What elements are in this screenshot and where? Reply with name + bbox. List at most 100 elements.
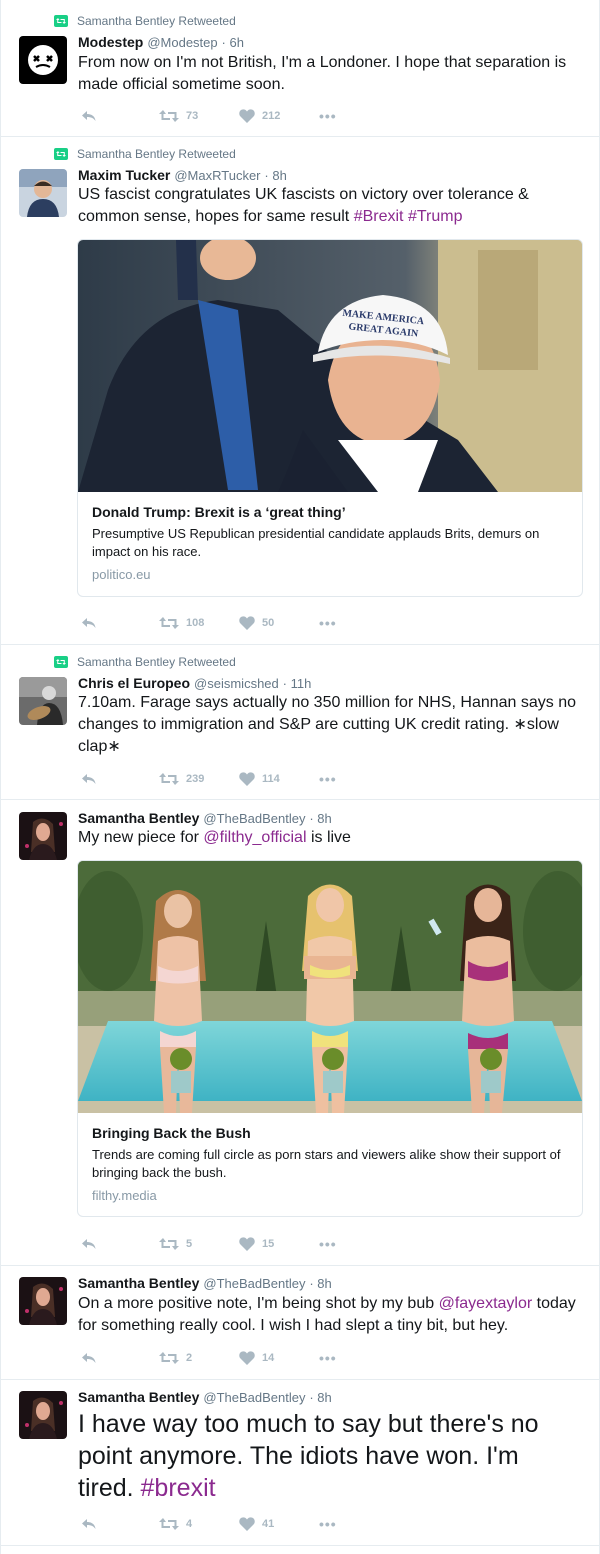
avatar[interactable]: [19, 677, 67, 725]
avatar[interactable]: [19, 169, 67, 217]
timestamp[interactable]: · 8h: [309, 1276, 331, 1291]
user-handle[interactable]: @TheBadBentley: [203, 1390, 305, 1405]
card-image[interactable]: [78, 861, 582, 1113]
retweet-count: 5: [186, 1238, 193, 1250]
mention-link[interactable]: @fayextaylor: [439, 1295, 533, 1312]
user-handle[interactable]: @MaxRTucker: [174, 168, 260, 183]
user-name[interactable]: Samantha Bentley: [78, 810, 199, 826]
tweet[interactable]: Samantha Bentley @TheBadBentley · 8h I ha…: [1, 1380, 600, 1546]
avatar[interactable]: [19, 812, 67, 860]
user-name[interactable]: Samantha Bentley: [78, 1389, 199, 1405]
avatar[interactable]: [19, 1391, 67, 1439]
more-icon[interactable]: •••: [319, 1517, 337, 1531]
card-title[interactable]: Bringing Back the Bush: [92, 1123, 568, 1143]
tweet-text: On a more positive note, I'm being shot …: [78, 1293, 578, 1337]
hashtag-link[interactable]: #brexit: [141, 1474, 216, 1502]
user-handle[interactable]: @TheBadBentley: [203, 811, 305, 826]
hashtag-link[interactable]: #Brexit: [354, 208, 404, 225]
timestamp[interactable]: · 6h: [222, 35, 244, 50]
card-title[interactable]: Donald Trump: Brexit is a ‘great thing’: [92, 502, 568, 522]
card-domain[interactable]: politico.eu: [92, 567, 568, 582]
timestamp[interactable]: · 8h: [309, 811, 331, 826]
retweet-icon: [159, 1238, 179, 1250]
retweet-context-label[interactable]: Samantha Bentley Retweeted: [77, 14, 236, 28]
retweet-count: 73: [186, 110, 199, 122]
card-image[interactable]: MAKE AMERICA GREAT AGAIN: [78, 240, 582, 492]
more-icon[interactable]: •••: [319, 772, 337, 786]
reply-icon: [81, 1518, 97, 1530]
reply-button[interactable]: [81, 773, 159, 785]
mention-link[interactable]: @filthy_official: [203, 829, 306, 846]
retweet-count: 2: [186, 1352, 193, 1364]
hashtag-link[interactable]: #Trump: [408, 208, 463, 225]
user-name[interactable]: Modestep: [78, 34, 143, 50]
card-body: Donald Trump: Brexit is a ‘great thing’ …: [78, 492, 582, 594]
tweet-text-body: My new piece for: [78, 829, 204, 846]
tweet-actions: 2 14 •••: [81, 1350, 337, 1366]
link-card[interactable]: MAKE AMERICA GREAT AGAIN Donald Trump: B…: [77, 239, 583, 597]
tweet[interactable]: Samantha Bentley Retweeted Chris el Euro…: [1, 645, 600, 800]
tweet-actions: 73 212 •••: [81, 108, 337, 124]
retweet-button[interactable]: 73: [159, 110, 239, 122]
more-icon[interactable]: •••: [319, 1351, 337, 1365]
retweet-button[interactable]: 5: [159, 1238, 239, 1250]
retweet-icon: [54, 148, 68, 160]
more-icon[interactable]: •••: [319, 109, 337, 123]
heart-icon: [239, 772, 255, 786]
timestamp[interactable]: · 11h: [283, 676, 312, 691]
tweet[interactable]: Samantha Bentley @TheBadBentley · 8h My n…: [1, 800, 600, 1266]
tweet-text: I have way too much to say but there's n…: [78, 1408, 578, 1504]
retweet-icon: [54, 15, 68, 27]
reply-button[interactable]: [81, 1352, 159, 1364]
reply-button[interactable]: [81, 110, 159, 122]
like-button[interactable]: 212: [239, 109, 319, 123]
retweet-button[interactable]: 108: [159, 617, 239, 629]
like-button[interactable]: 41: [239, 1517, 319, 1531]
tweet[interactable]: Samantha Bentley @TheBadBentley · 8h On a…: [1, 1266, 600, 1380]
like-button[interactable]: 50: [239, 616, 319, 630]
retweet-context-label[interactable]: Samantha Bentley Retweeted: [77, 147, 236, 161]
reply-button[interactable]: [81, 1238, 159, 1250]
more-icon[interactable]: •••: [319, 616, 337, 630]
more-icon[interactable]: •••: [319, 1237, 337, 1251]
user-name[interactable]: Maxim Tucker: [78, 167, 170, 183]
retweet-button[interactable]: 239: [159, 773, 239, 785]
tweet-actions: 108 50 •••: [81, 615, 337, 631]
card-description: Trends are coming full circle as porn st…: [92, 1147, 561, 1180]
like-button[interactable]: 114: [239, 772, 319, 786]
tweet-actions: 5 15 •••: [81, 1236, 337, 1252]
like-count: 41: [262, 1518, 275, 1530]
timestamp[interactable]: · 8h: [309, 1390, 331, 1405]
tweet-text: From now on I'm not British, I'm a Londo…: [78, 54, 567, 93]
retweet-count: 239: [186, 773, 205, 785]
retweet-icon: [159, 617, 179, 629]
avatar[interactable]: [19, 1277, 67, 1325]
tweet-header: Samantha Bentley @TheBadBentley · 8h: [78, 1389, 332, 1405]
timestamp[interactable]: · 8h: [264, 168, 286, 183]
tweet-header: Maxim Tucker @MaxRTucker · 8h: [78, 167, 287, 183]
retweet-button[interactable]: 2: [159, 1352, 239, 1364]
retweet-context-label[interactable]: Samantha Bentley Retweeted: [77, 655, 236, 669]
reply-button[interactable]: [81, 617, 159, 629]
retweet-icon: [159, 773, 179, 785]
user-name[interactable]: Samantha Bentley: [78, 1275, 199, 1291]
like-button[interactable]: 14: [239, 1351, 319, 1365]
like-button[interactable]: 15: [239, 1237, 319, 1251]
tweet[interactable]: Samantha Bentley Retweeted Modestep @Mode…: [1, 0, 600, 137]
reply-icon: [81, 110, 97, 122]
retweet-context: Samantha Bentley Retweeted: [54, 146, 236, 162]
retweet-icon: [159, 1352, 179, 1364]
reply-icon: [81, 1352, 97, 1364]
link-card[interactable]: Bringing Back the Bush Trends are coming…: [77, 860, 583, 1217]
user-name[interactable]: Chris el Europeo: [78, 675, 190, 691]
user-handle[interactable]: @Modestep: [147, 35, 217, 50]
card-domain[interactable]: filthy.media: [92, 1188, 568, 1203]
retweet-icon: [54, 656, 68, 668]
user-handle[interactable]: @seismicshed: [194, 676, 279, 691]
user-handle[interactable]: @TheBadBentley: [203, 1276, 305, 1291]
avatar[interactable]: [19, 36, 67, 84]
reply-button[interactable]: [81, 1518, 159, 1530]
tweet[interactable]: Samantha Bentley Retweeted Maxim Tucker @…: [1, 137, 600, 645]
retweet-button[interactable]: 4: [159, 1518, 239, 1530]
retweet-context: Samantha Bentley Retweeted: [54, 13, 236, 29]
